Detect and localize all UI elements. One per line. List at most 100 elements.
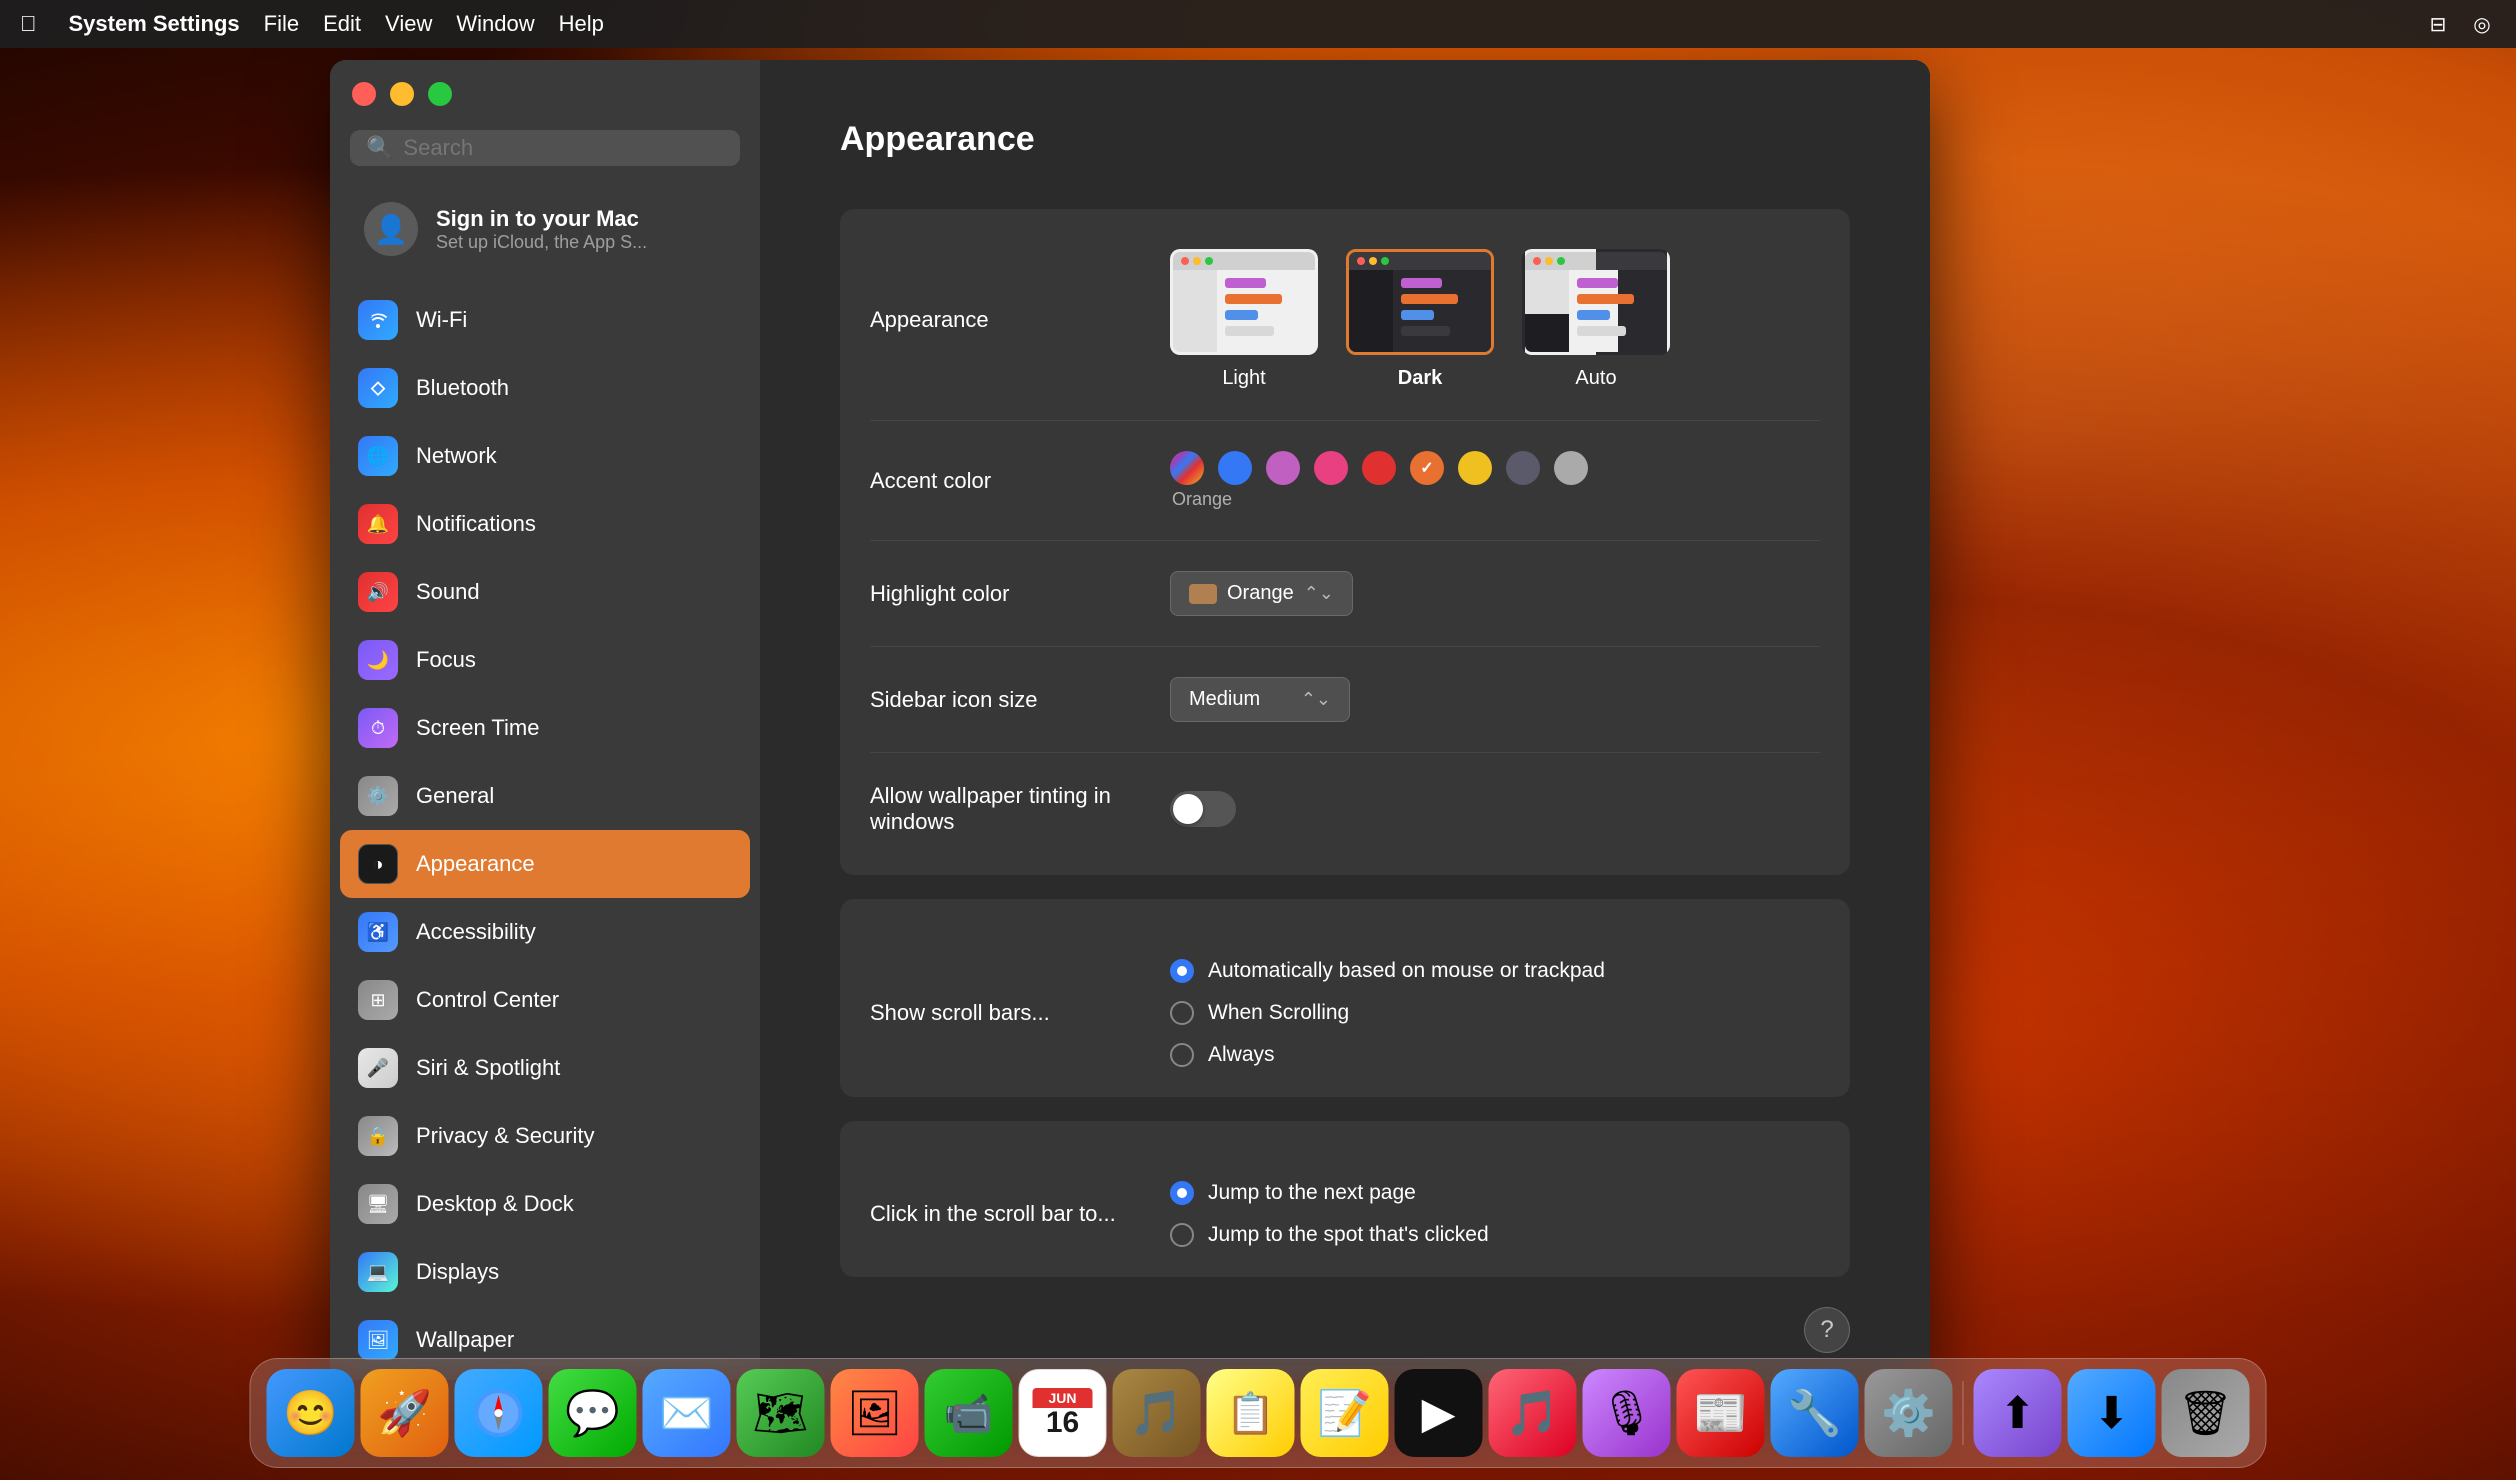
sidebar-item-desktop[interactable]: 🖥 Desktop & Dock — [340, 1170, 750, 1238]
sidebar: 🔍 👤 Sign in to your Mac Set up iCloud, t… — [330, 60, 760, 1380]
dock-item-appletv[interactable]: ▶ — [1395, 1369, 1483, 1457]
sidebar-item-displays[interactable]: 💻 Displays — [340, 1238, 750, 1306]
sidebar-item-siri[interactable]: 🎤 Siri & Spotlight — [340, 1034, 750, 1102]
dock-item-launchpad[interactable]: 🚀 — [361, 1369, 449, 1457]
dock-item-facetime[interactable]: 📹 — [925, 1369, 1013, 1457]
maximize-button[interactable] — [428, 82, 452, 106]
sidebar-item-notifications[interactable]: 🔔 Notifications — [340, 490, 750, 558]
dock-item-instruments[interactable]: 🔧 — [1771, 1369, 1859, 1457]
dock-item-mail[interactable]: ✉️ — [643, 1369, 731, 1457]
sidebar-item-wifi[interactable]: Wi-Fi — [340, 286, 750, 354]
bluetooth-icon: ⬦ — [358, 368, 398, 408]
scrollbar-auto-item[interactable]: Automatically based on mouse or trackpad — [1170, 959, 1605, 983]
theme-auto-preview — [1522, 249, 1670, 355]
sidebar-item-network[interactable]: 🌐 Network — [340, 422, 750, 490]
sidebar-icon-size-control: Medium ⌃⌄ — [1170, 677, 1820, 722]
scrollbar-scrolling-radio[interactable] — [1170, 1001, 1194, 1025]
highlight-color-dropdown[interactable]: Orange ⌃⌄ — [1170, 571, 1353, 616]
scrollbar-always-item[interactable]: Always — [1170, 1043, 1605, 1067]
dock-item-photos[interactable]: 🖼 — [831, 1369, 919, 1457]
accent-multicolor[interactable] — [1170, 451, 1204, 485]
menubar-help[interactable]: Help — [559, 11, 604, 37]
dock-item-systemprefs[interactable]: ⚙️ — [1865, 1369, 1953, 1457]
dock-item-brown[interactable]: 🎵 — [1113, 1369, 1201, 1457]
click-nextpage-radio[interactable] — [1170, 1181, 1194, 1205]
accent-blue[interactable] — [1218, 451, 1252, 485]
menubar-file[interactable]: File — [264, 11, 299, 37]
sidebar-item-accessibility[interactable]: ♿ Accessibility — [340, 898, 750, 966]
sidebar-item-controlcenter[interactable]: ⊞ Control Center — [340, 966, 750, 1034]
minimize-button[interactable] — [390, 82, 414, 106]
dock-item-maps[interactable]: 🗺 — [737, 1369, 825, 1457]
click-nextpage-item[interactable]: Jump to the next page — [1170, 1181, 1489, 1205]
click-spot-radio[interactable] — [1170, 1223, 1194, 1247]
click-nextpage-label: Jump to the next page — [1208, 1181, 1416, 1205]
scrollbar-always-radio[interactable] — [1170, 1043, 1194, 1067]
dock-item-finder[interactable]: 😊 — [267, 1369, 355, 1457]
sidebar-icon-size-row: Sidebar icon size Medium ⌃⌄ — [870, 647, 1820, 753]
sidebar-item-appearance[interactable]: ◑ Appearance — [340, 830, 750, 898]
accent-silver[interactable] — [1554, 451, 1588, 485]
main-window: 🔍 👤 Sign in to your Mac Set up iCloud, t… — [330, 60, 1930, 1380]
menubar-view[interactable]: View — [385, 11, 432, 37]
highlight-color-row: Highlight color Orange ⌃⌄ — [870, 541, 1820, 647]
dock-item-downloads[interactable]: ⬇ — [2068, 1369, 2156, 1457]
sidebar-label-sound: Sound — [416, 579, 480, 605]
theme-dark-card[interactable]: Dark — [1346, 249, 1494, 390]
apple-menu-icon[interactable]:  — [20, 11, 37, 37]
sign-in-row[interactable]: 👤 Sign in to your Mac Set up iCloud, the… — [340, 186, 750, 272]
sidebar-icon-size-dropdown[interactable]: Medium ⌃⌄ — [1170, 677, 1350, 722]
dock-item-trash[interactable]: 🗑 — [2162, 1369, 2250, 1457]
dock-item-safari[interactable] — [455, 1369, 543, 1457]
click-spot-item[interactable]: Jump to the spot that's clicked — [1170, 1223, 1489, 1247]
dock-item-reminders[interactable]: 📋 — [1207, 1369, 1295, 1457]
dock-item-notes[interactable]: 📝 — [1301, 1369, 1389, 1457]
close-button[interactable] — [352, 82, 376, 106]
wallpaper-tinting-toggle[interactable] — [1170, 791, 1236, 827]
dock-item-altool[interactable]: ⬆ — [1974, 1369, 2062, 1457]
sidebar-item-bluetooth[interactable]: ⬦ Bluetooth — [340, 354, 750, 422]
scrollbar-scrolling-item[interactable]: When Scrolling — [1170, 1001, 1605, 1025]
desktop-icon: 🖥 — [358, 1184, 398, 1224]
menubar-window[interactable]: Window — [456, 11, 534, 37]
sidebar-item-screentime[interactable]: ⏱ Screen Time — [340, 694, 750, 762]
accent-orange[interactable] — [1410, 451, 1444, 485]
click-scrollbar-label: Click in the scroll bar to... — [870, 1201, 1170, 1227]
accessibility-icon: ♿ — [358, 912, 398, 952]
dock-item-music[interactable]: 🎵 — [1489, 1369, 1577, 1457]
sidebar-label-wifi: Wi-Fi — [416, 307, 467, 333]
sidebar-item-sound[interactable]: 🔊 Sound — [340, 558, 750, 626]
theme-light-card[interactable]: Light — [1170, 249, 1318, 390]
dock-item-calendar[interactable]: JUN 16 — [1019, 1369, 1107, 1457]
accent-yellow[interactable] — [1458, 451, 1492, 485]
theme-auto-card[interactable]: Auto — [1522, 249, 1670, 390]
sidebar-nav: Wi-Fi ⬦ Bluetooth 🌐 Network 🔔 Notificati… — [330, 280, 760, 1380]
click-scrollbar-block: Click in the scroll bar to... Jump to th… — [840, 1121, 1850, 1277]
dock-item-podcasts[interactable]: 🎙 — [1583, 1369, 1671, 1457]
menubar-app-name[interactable]: System Settings — [69, 11, 240, 37]
accent-graphite[interactable] — [1506, 451, 1540, 485]
traffic-lights — [352, 82, 452, 106]
accent-red[interactable] — [1362, 451, 1396, 485]
search-input[interactable] — [403, 135, 724, 161]
menubar-edit[interactable]: Edit — [323, 11, 361, 37]
sidebar-item-privacy[interactable]: 🔒 Privacy & Security — [340, 1102, 750, 1170]
search-box[interactable]: 🔍 — [350, 130, 740, 166]
control-strip-icon[interactable]: ⊟ — [2424, 10, 2452, 38]
sidebar-item-focus[interactable]: 🌙 Focus — [340, 626, 750, 694]
dock-item-messages[interactable]: 💬 — [549, 1369, 637, 1457]
sidebar-label-privacy: Privacy & Security — [416, 1123, 595, 1149]
sidebar-item-general[interactable]: ⚙️ General — [340, 762, 750, 830]
help-button[interactable]: ? — [1804, 1307, 1850, 1353]
page-title: Appearance — [840, 120, 1850, 159]
accent-colors — [1170, 451, 1588, 485]
sidebar-icon-size-value: Medium — [1189, 688, 1260, 711]
theme-light-preview — [1170, 249, 1318, 355]
siri-icon[interactable]: ◎ — [2468, 10, 2496, 38]
wallpaper-tinting-row: Allow wallpaper tinting in windows — [870, 753, 1820, 865]
dock-item-news[interactable]: 📰 — [1677, 1369, 1765, 1457]
accent-pink[interactable] — [1314, 451, 1348, 485]
scrollbars-block: Show scroll bars... Automatically based … — [840, 899, 1850, 1097]
scrollbar-auto-radio[interactable] — [1170, 959, 1194, 983]
accent-purple[interactable] — [1266, 451, 1300, 485]
